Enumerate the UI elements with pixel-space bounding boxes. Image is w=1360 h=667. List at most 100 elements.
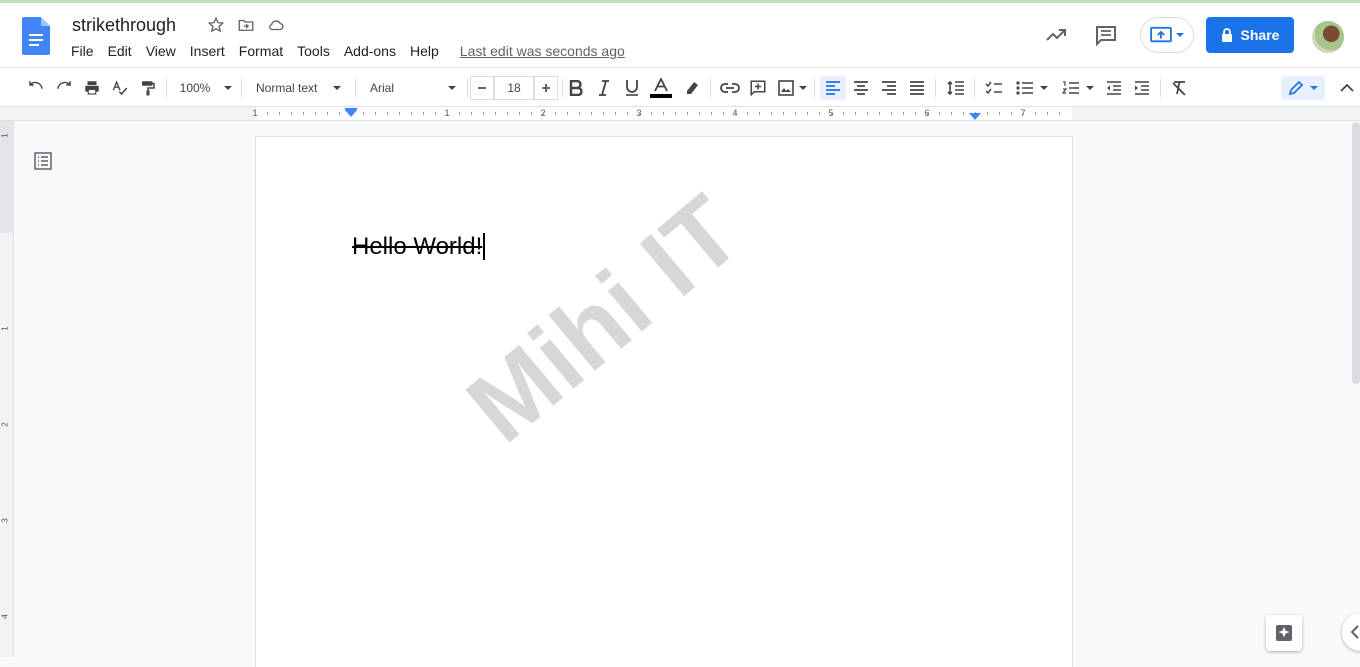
chevron-down-icon xyxy=(1310,86,1318,90)
bulleted-list-icon xyxy=(1016,81,1033,95)
document-page[interactable]: Hello World! Mihi IT xyxy=(256,137,1072,667)
ruler-tick xyxy=(447,112,448,115)
vertical-ruler[interactable]: 1 1 2 3 4 xyxy=(0,121,14,657)
numbered-list-button[interactable] xyxy=(1058,76,1098,100)
bold-icon[interactable] xyxy=(564,76,588,100)
menu-edit[interactable]: Edit xyxy=(101,42,139,60)
clear-formatting-icon[interactable] xyxy=(1167,76,1191,100)
toolbar-divider xyxy=(935,79,936,97)
explore-button[interactable] xyxy=(1266,615,1302,651)
underline-icon[interactable] xyxy=(620,76,644,100)
right-indent-marker[interactable] xyxy=(969,113,981,120)
ruler-tick xyxy=(951,112,952,115)
menu-view[interactable]: View xyxy=(139,42,183,60)
menu-tools[interactable]: Tools xyxy=(290,42,337,60)
ruler-tick xyxy=(315,112,316,115)
zoom-select[interactable]: 100% xyxy=(176,76,236,100)
present-button[interactable] xyxy=(1140,17,1194,53)
comment-history-icon[interactable] xyxy=(1094,23,1118,47)
font-size-input[interactable]: 18 xyxy=(494,76,534,100)
insert-comment-icon[interactable] xyxy=(746,76,770,100)
collapse-menus-icon[interactable] xyxy=(1336,76,1358,100)
chevron-down-icon xyxy=(798,86,807,90)
left-indent-marker[interactable] xyxy=(345,110,357,117)
menu-file[interactable]: File xyxy=(64,42,101,60)
ruler-tick xyxy=(279,112,280,115)
bulleted-list-button[interactable] xyxy=(1012,76,1052,100)
ruler-tick xyxy=(1011,112,1012,115)
vertical-scrollbar[interactable] xyxy=(1352,122,1360,384)
checklist-icon[interactable] xyxy=(981,76,1007,100)
ruler-content-area xyxy=(256,107,1072,120)
header: strikethrough File Edit View Insert Form… xyxy=(0,3,1360,67)
chevron-down-icon xyxy=(1086,86,1094,90)
highlight-color-icon[interactable] xyxy=(680,76,704,100)
ruler-tick xyxy=(819,112,820,115)
ruler-tick xyxy=(927,112,928,115)
decrease-font-size-button[interactable] xyxy=(470,76,494,100)
avatar[interactable] xyxy=(1312,21,1344,53)
menu-format[interactable]: Format xyxy=(232,42,290,60)
ruler-tick xyxy=(939,112,940,115)
vruler-number: 1 xyxy=(0,133,10,138)
text-color-icon[interactable] xyxy=(648,76,674,100)
ruler-tick xyxy=(327,112,328,115)
editing-mode-button[interactable] xyxy=(1281,76,1325,100)
print-icon[interactable] xyxy=(80,76,104,100)
present-icon xyxy=(1150,26,1172,43)
ruler-tick xyxy=(639,112,640,115)
ruler-tick xyxy=(867,112,868,115)
ruler-tick xyxy=(999,112,1000,115)
toolbar-divider xyxy=(974,79,975,97)
align-left-icon[interactable] xyxy=(820,76,846,100)
insert-image-button[interactable] xyxy=(774,76,810,100)
activity-trend-icon[interactable] xyxy=(1044,23,1068,47)
toolbar-divider xyxy=(166,79,167,97)
ruler-tick xyxy=(555,112,556,115)
menu-help[interactable]: Help xyxy=(403,42,446,60)
align-center-icon[interactable] xyxy=(849,76,873,100)
menu-add-ons[interactable]: Add-ons xyxy=(337,42,403,60)
paragraph-style-select[interactable]: Normal text xyxy=(250,76,348,100)
document-body[interactable]: Hello World! xyxy=(352,233,485,261)
side-panel-toggle[interactable] xyxy=(1342,613,1360,651)
increase-indent-icon[interactable] xyxy=(1130,76,1154,100)
ruler-tick xyxy=(807,112,808,115)
strikethrough-text[interactable]: Hello World! xyxy=(352,233,482,260)
spellcheck-icon[interactable] xyxy=(108,76,132,100)
redo-icon[interactable] xyxy=(52,76,76,100)
lock-icon xyxy=(1221,28,1232,42)
cloud-status-icon[interactable] xyxy=(266,15,286,35)
paint-format-icon[interactable] xyxy=(136,76,160,100)
font-select[interactable]: Arial xyxy=(364,76,464,100)
ruler-tick xyxy=(831,112,832,115)
ruler-tick xyxy=(603,112,604,115)
document-title[interactable]: strikethrough xyxy=(72,15,176,36)
ruler-tick xyxy=(411,112,412,115)
ruler-tick xyxy=(543,112,544,115)
decrease-indent-icon[interactable] xyxy=(1102,76,1126,100)
increase-font-size-button[interactable] xyxy=(534,76,558,100)
share-button[interactable]: Share xyxy=(1206,17,1294,53)
undo-icon[interactable] xyxy=(24,76,48,100)
ruler-tick xyxy=(399,112,400,115)
align-right-icon[interactable] xyxy=(877,76,901,100)
italic-icon[interactable] xyxy=(592,76,616,100)
move-folder-icon[interactable] xyxy=(236,15,256,35)
document-outline-icon[interactable] xyxy=(33,151,53,171)
last-edit-link[interactable]: Last edit was seconds ago xyxy=(460,43,625,59)
align-justify-icon[interactable] xyxy=(905,76,929,100)
ruler-tick xyxy=(531,112,532,115)
menu-insert[interactable]: Insert xyxy=(183,42,232,60)
ruler-tick xyxy=(267,112,268,115)
ruler-tick xyxy=(879,112,880,115)
ruler-tick xyxy=(483,112,484,115)
chevron-down-icon xyxy=(448,86,457,90)
ruler-tick xyxy=(423,112,424,115)
horizontal-ruler[interactable]: 1 1 2 3 4 5 6 7 xyxy=(0,107,1360,121)
docs-logo-icon[interactable] xyxy=(22,17,50,55)
chevron-down-icon xyxy=(224,86,233,90)
star-icon[interactable] xyxy=(206,15,226,35)
line-spacing-icon[interactable] xyxy=(943,76,969,100)
insert-link-icon[interactable] xyxy=(718,76,742,100)
